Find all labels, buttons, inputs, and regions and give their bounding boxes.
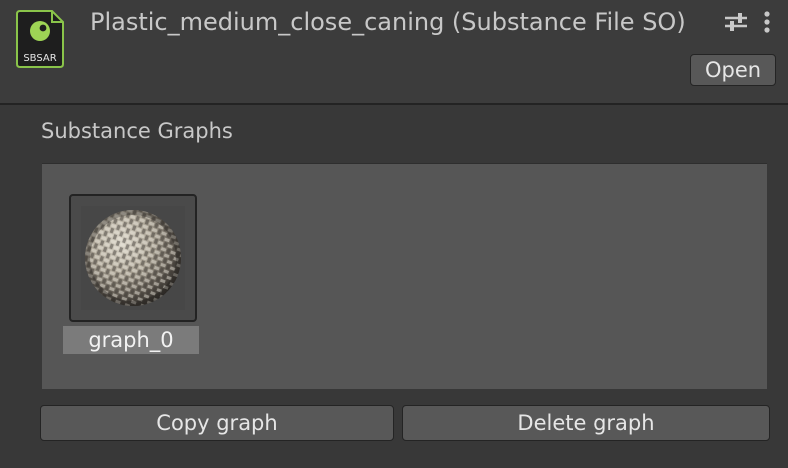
- graph-label[interactable]: graph_0: [63, 326, 199, 354]
- copy-graph-button[interactable]: Copy graph: [40, 405, 394, 441]
- open-button[interactable]: Open: [690, 54, 776, 86]
- section-title: Substance Graphs: [41, 119, 233, 143]
- kebab-menu-icon[interactable]: [758, 9, 776, 35]
- delete-graph-button[interactable]: Delete graph: [402, 405, 770, 441]
- graph-thumbnail[interactable]: [69, 194, 197, 322]
- asset-title: Plastic_medium_close_caning (Substance F…: [90, 8, 686, 36]
- sliders-icon[interactable]: [722, 9, 750, 35]
- header-divider: [0, 103, 788, 105]
- sbsar-icon-label: SBSAR: [23, 53, 56, 64]
- sbsar-file-icon: SBSAR: [16, 10, 64, 68]
- woven-caning-sphere-icon: [81, 206, 185, 310]
